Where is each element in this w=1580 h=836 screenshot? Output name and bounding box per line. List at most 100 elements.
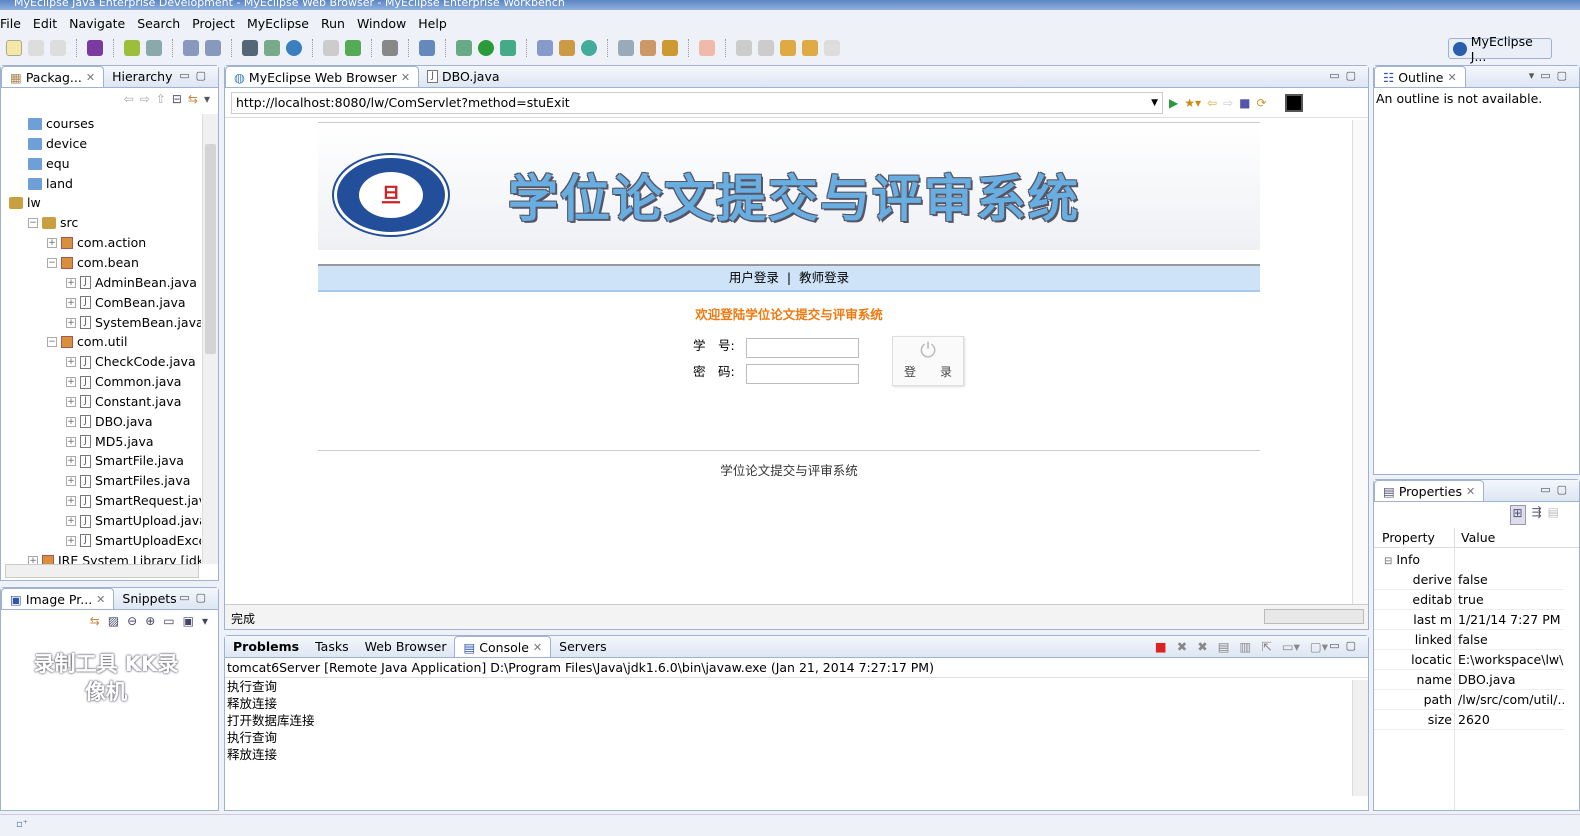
expand-icon[interactable]: + <box>66 496 76 507</box>
save-icon[interactable] <box>28 40 44 56</box>
tree-item[interactable]: land <box>28 174 73 194</box>
tree-item[interactable]: + J AdminBean.java <box>66 273 197 293</box>
scroll-lock-icon[interactable]: ▥ <box>1240 639 1252 654</box>
deploy-icon[interactable] <box>183 40 199 56</box>
forward-icon[interactable]: ⇨ <box>140 92 150 108</box>
view-menu-icon[interactable]: ▾ <box>202 614 208 630</box>
collapse-icon[interactable]: − <box>28 218 38 229</box>
run-server-icon[interactable] <box>242 40 258 56</box>
tree-item[interactable]: + J SmartUpload.java <box>66 511 201 531</box>
collapse-icon[interactable]: − <box>47 337 57 348</box>
tab-dbo-java[interactable]: J DBO.java <box>419 66 507 87</box>
property-row[interactable]: locatic E:\workspace\lw\... <box>1374 650 1564 670</box>
close-icon[interactable]: ✕ <box>1447 71 1456 84</box>
menu-help[interactable]: Help <box>412 16 453 31</box>
expand-icon[interactable]: + <box>66 456 76 467</box>
back-icon[interactable] <box>802 40 818 56</box>
property-row[interactable]: last m 1/21/14 7:27 PM <box>1374 610 1564 630</box>
console-scrollbar[interactable] <box>1352 680 1368 796</box>
package-icon[interactable] <box>559 40 575 56</box>
expand-icon[interactable]: + <box>28 555 38 564</box>
remove-launch-icon[interactable]: ✖ <box>1177 639 1187 654</box>
close-icon[interactable]: ✕ <box>86 71 95 84</box>
student-id-input[interactable] <box>746 338 859 358</box>
minimize-maximize-icons[interactable]: ▭▢ <box>1540 483 1573 496</box>
zoom-in-icon[interactable]: ⊕ <box>145 614 155 630</box>
debug-icon[interactable] <box>124 40 140 56</box>
tree-item[interactable]: + J SmartRequest.java <box>66 491 201 511</box>
link-icon[interactable] <box>618 40 634 56</box>
url-input[interactable]: http://localhost:8080/lw/ComServlet?meth… <box>231 91 1163 114</box>
expand-icon[interactable]: + <box>66 297 76 308</box>
tree-item[interactable]: device <box>28 134 87 154</box>
refresh-icon[interactable] <box>581 40 597 56</box>
tree-item[interactable]: + com.action <box>47 233 146 253</box>
menu-search[interactable]: Search <box>131 16 186 31</box>
expand-icon[interactable]: + <box>66 277 76 288</box>
menu-file[interactable]: File <box>0 16 27 31</box>
run-app-icon[interactable] <box>264 40 280 56</box>
stop-icon[interactable]: ■ <box>1239 96 1250 110</box>
perspective-button[interactable]: MyEclipse J... <box>1448 34 1552 64</box>
run-icon[interactable] <box>478 40 494 56</box>
tab-image-preview[interactable]: ▣ Image Pr... ✕ <box>1 588 115 609</box>
expand-icon[interactable]: + <box>66 436 76 447</box>
close-icon[interactable]: ✕ <box>401 71 410 84</box>
print-icon[interactable] <box>50 40 66 56</box>
tree-item[interactable]: equ <box>28 154 70 174</box>
minimize-maximize-icons[interactable]: ▭▢ <box>1329 69 1362 82</box>
tree-item[interactable]: courses <box>28 114 94 134</box>
property-row[interactable]: editab true <box>1374 590 1564 610</box>
column-property[interactable]: Property <box>1382 528 1435 548</box>
remove-all-icon[interactable]: ✖ <box>1197 639 1207 654</box>
expand-icon[interactable]: + <box>66 357 76 368</box>
property-row[interactable]: derive false <box>1374 570 1564 590</box>
forward-icon[interactable]: ⇨ <box>1223 96 1233 110</box>
menu-myeclipse[interactable]: MyEclipse <box>241 16 315 31</box>
restore-default-icon[interactable]: ▤ <box>1548 505 1559 525</box>
filter-icon[interactable]: ⇶ <box>1532 505 1542 525</box>
black-square-icon[interactable] <box>1284 93 1303 112</box>
tree-item[interactable]: + J MD5.java <box>66 432 154 452</box>
pencil-icon[interactable] <box>640 40 656 56</box>
close-icon[interactable]: ✕ <box>533 641 542 654</box>
open-console-icon[interactable]: ▢▾ <box>1310 639 1328 654</box>
file-icon[interactable] <box>323 40 339 56</box>
tab-properties[interactable]: ▤ Properties ✕ <box>1374 480 1485 501</box>
expand-icon[interactable]: + <box>47 238 57 249</box>
expand-icon[interactable]: + <box>66 516 76 526</box>
property-row[interactable]: linked false <box>1374 630 1564 650</box>
teacher-login-link[interactable]: 教师登录 <box>799 270 849 285</box>
view-menu-icon[interactable]: ▾ <box>204 92 210 108</box>
tree-item[interactable]: + J CheckCode.java <box>66 352 196 372</box>
expand-icon[interactable]: + <box>66 535 76 546</box>
collapse-icon[interactable]: ⊟ <box>1384 556 1392 567</box>
tree-item[interactable]: + J Constant.java <box>66 392 181 412</box>
menu-navigate[interactable]: Navigate <box>63 16 131 31</box>
expand-icon[interactable]: + <box>66 416 76 427</box>
terminate-icon[interactable]: ■ <box>1155 639 1167 654</box>
close-icon[interactable]: ✕ <box>1466 485 1475 498</box>
last-edit-icon[interactable] <box>780 40 796 56</box>
forward-icon[interactable] <box>824 40 840 56</box>
chevron-down-icon[interactable]: ▼ <box>1151 98 1158 108</box>
collapse-all-icon[interactable]: ⊟ <box>172 92 182 108</box>
property-row[interactable]: path/lw/src/com/util/... <box>1374 690 1564 710</box>
login-button[interactable]: ⏻ 登 录 <box>892 336 964 386</box>
tree-item[interactable]: − src <box>28 213 78 233</box>
minimize-maximize-icons[interactable]: ▭▢ <box>1329 639 1362 652</box>
tab-console[interactable]: ▤ Console ✕ <box>454 636 552 657</box>
back-icon[interactable]: ⇦ <box>124 92 134 108</box>
tab-snippets[interactable]: Snippets <box>114 588 184 609</box>
password-input[interactable] <box>746 364 859 384</box>
export-icon[interactable] <box>345 40 361 56</box>
new-icon[interactable] <box>6 40 22 56</box>
tab-servers[interactable]: Servers <box>551 636 615 657</box>
tab-web-browser[interactable]: ◍ MyEclipse Web Browser ✕ <box>225 66 420 87</box>
minimize-maximize-icons[interactable]: ▾▭▢ <box>1529 69 1573 82</box>
user-login-link[interactable]: 用户登录 <box>729 270 779 285</box>
minimize-maximize-icons[interactable]: ▭▢ <box>179 69 212 82</box>
expand-icon[interactable]: + <box>66 317 76 328</box>
minimize-maximize-icons[interactable]: ▭▢ <box>179 591 212 604</box>
menu-run[interactable]: Run <box>315 16 351 31</box>
